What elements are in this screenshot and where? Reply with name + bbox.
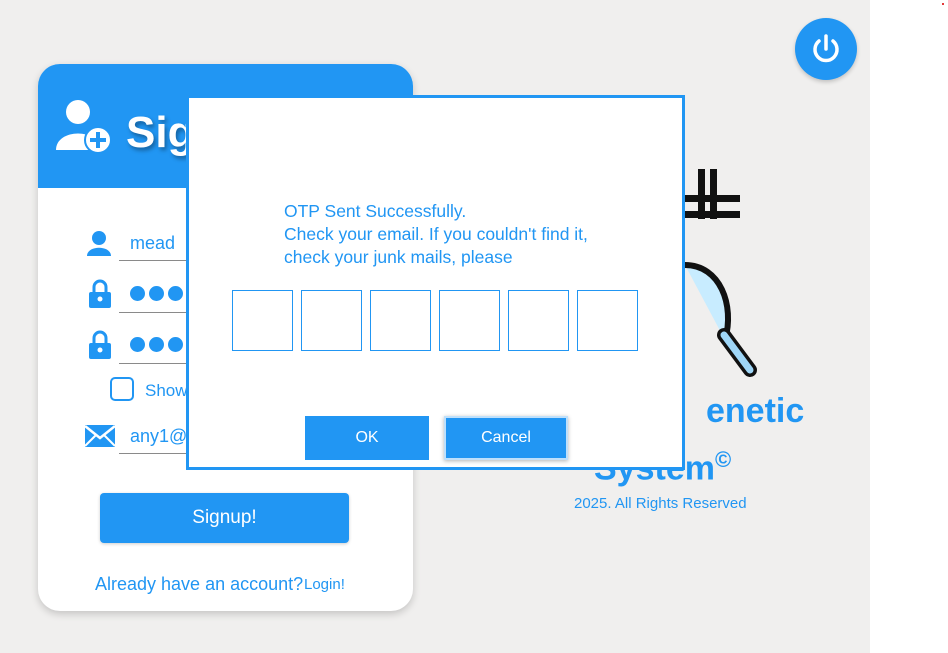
otp-digit-1[interactable] bbox=[232, 290, 293, 351]
login-link[interactable]: Login! bbox=[304, 576, 345, 593]
show-password-checkbox[interactable] bbox=[110, 377, 134, 401]
otp-message-line: check your junk mails, please bbox=[284, 247, 513, 267]
already-have-account-text: Already have an account? bbox=[95, 574, 304, 594]
add-user-icon bbox=[56, 100, 112, 154]
lock-icon bbox=[89, 330, 111, 359]
copyright-mark: © bbox=[714, 447, 732, 472]
otp-digit-6[interactable] bbox=[577, 290, 638, 351]
confirm-password-dots bbox=[130, 337, 187, 357]
copyright-text: 2025. All Rights Reserved bbox=[574, 495, 747, 512]
password-dots bbox=[130, 286, 187, 306]
brand-title-line1: enetic bbox=[706, 392, 805, 430]
power-button[interactable] bbox=[795, 18, 857, 80]
otp-dialog: OTP Sent Successfully. Check your email.… bbox=[186, 95, 685, 470]
power-icon bbox=[813, 34, 839, 63]
cancel-button[interactable]: Cancel bbox=[444, 416, 568, 460]
otp-message: OTP Sent Successfully. Check your email.… bbox=[284, 200, 588, 269]
mail-icon bbox=[84, 425, 116, 447]
lock-icon bbox=[89, 279, 111, 308]
marker-dot bbox=[942, 3, 944, 5]
otp-digit-2[interactable] bbox=[301, 290, 362, 351]
email-value: any1@ bbox=[130, 426, 188, 446]
otp-digit-4[interactable] bbox=[439, 290, 500, 351]
otp-digit-5[interactable] bbox=[508, 290, 569, 351]
user-icon bbox=[87, 231, 111, 256]
otp-digit-3[interactable] bbox=[370, 290, 431, 351]
app-window: enetic System© 2025. All Rights Reserved… bbox=[0, 0, 870, 653]
otp-message-line: Check your email. If you couldn't find i… bbox=[284, 224, 588, 244]
username-value: mead bbox=[130, 233, 176, 253]
otp-message-line: OTP Sent Successfully. bbox=[284, 201, 467, 221]
genetic-logo-icon bbox=[684, 169, 757, 377]
ok-button[interactable]: OK bbox=[305, 416, 429, 460]
signup-button[interactable]: Signup! bbox=[100, 493, 349, 543]
